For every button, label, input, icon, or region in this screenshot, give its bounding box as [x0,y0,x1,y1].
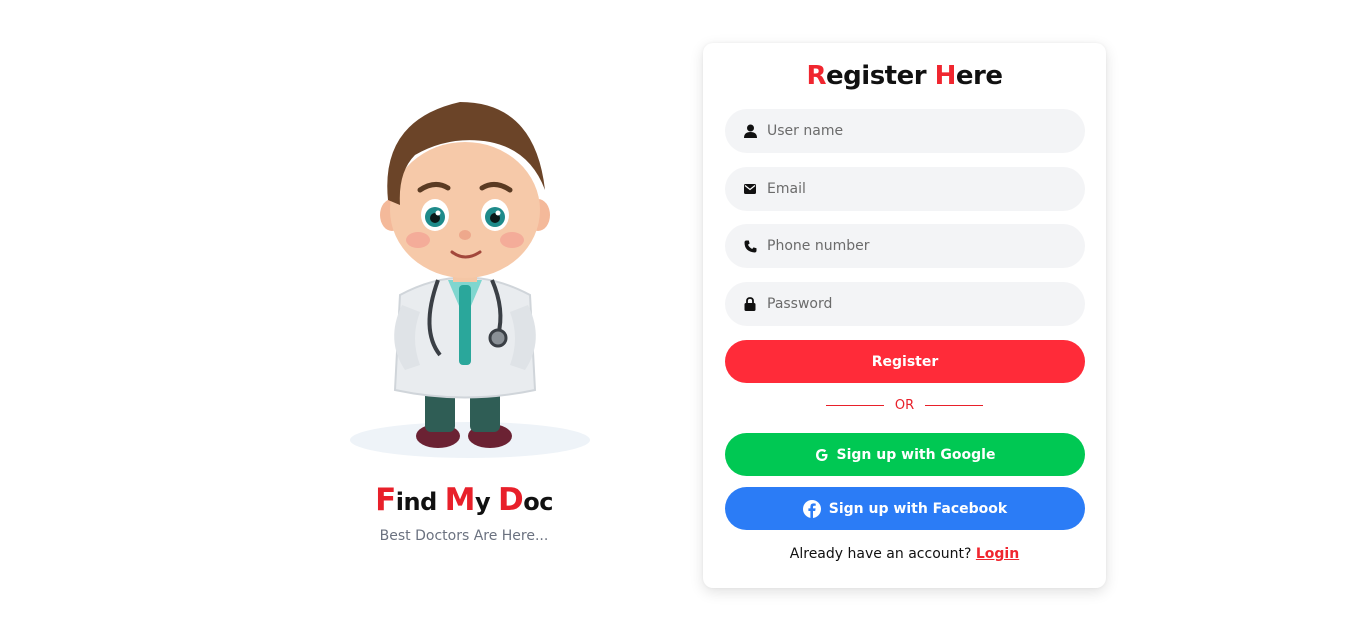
register-title-part: ere [955,61,1003,91]
login-prompt-text: Already have an account? [789,546,972,562]
user-icon [743,124,757,138]
google-signup-button[interactable]: Sign up with Google [725,433,1085,476]
facebook-icon [802,499,821,518]
google-signup-label: Sign up with Google [836,446,996,463]
login-prompt-row: Already have an account? Login [703,546,1106,562]
register-card: Register Here Register OR Sign u [703,43,1106,588]
brand-subtitle: Best Doctors Are Here... [379,528,549,544]
register-title-part: egister [826,61,935,91]
brand-title-part: F [375,482,396,518]
or-label: OR [894,398,915,413]
brand-panel: Find My Doc Best Doctors Are Here... [320,80,608,544]
divider-line-right [925,405,984,406]
brand-title: Find My Doc [320,482,608,518]
email-input[interactable] [767,181,1067,197]
brand-title-part: D [497,482,524,518]
phone-field[interactable] [725,224,1085,268]
doctor-illustration [350,102,590,458]
envelope-icon [743,182,757,196]
login-link[interactable]: Login [976,546,1019,562]
phone-icon [743,239,757,253]
lock-icon [743,297,757,311]
brand-title-part: oc [523,488,553,516]
username-field[interactable] [725,109,1085,153]
brand-title-part: y [474,488,498,516]
google-icon [815,448,829,462]
password-field[interactable] [725,282,1085,326]
phone-input[interactable] [767,238,1067,254]
password-input[interactable] [767,296,1067,312]
register-button[interactable]: Register [725,340,1085,383]
register-title: Register Here [703,61,1106,91]
register-title-part: H [934,61,957,91]
divider-line-left [825,405,884,406]
facebook-signup-button[interactable]: Sign up with Facebook [725,487,1085,530]
facebook-signup-label: Sign up with Facebook [828,500,1008,517]
or-divider: OR [703,398,1106,413]
register-title-part: R [806,61,827,91]
username-input[interactable] [767,123,1067,139]
brand-title-part: M [444,482,476,518]
email-field[interactable] [725,167,1085,211]
brand-title-part: ind [395,488,445,516]
